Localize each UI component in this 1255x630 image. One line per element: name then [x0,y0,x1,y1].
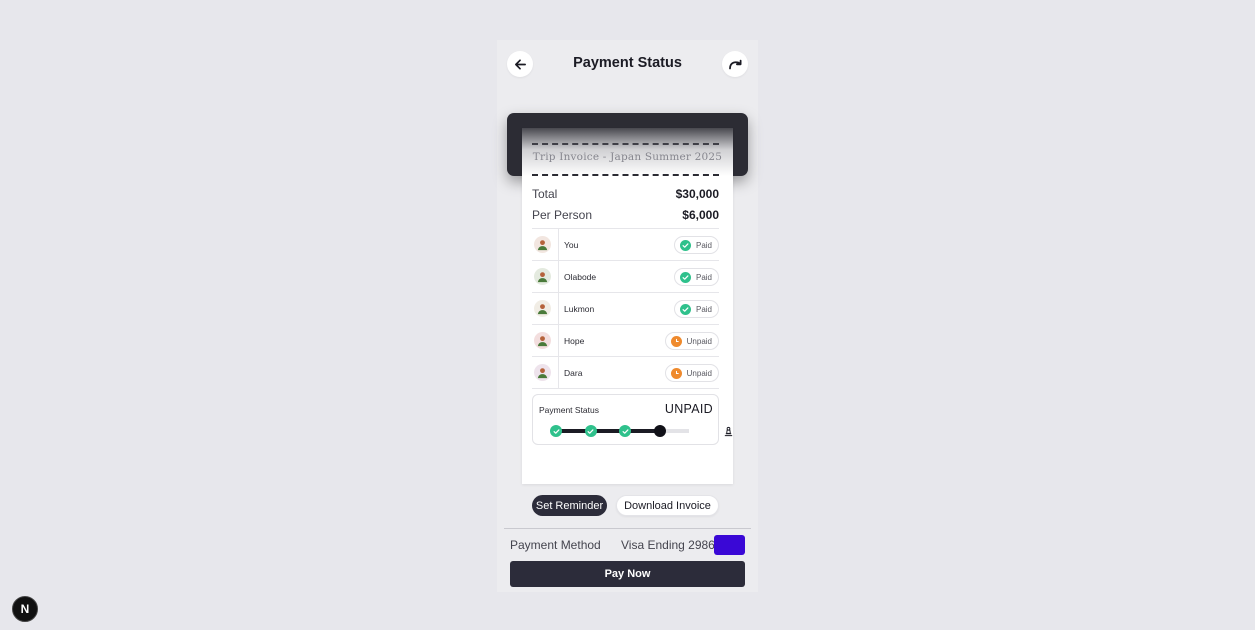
progress-segment [664,429,689,433]
member-name: Lukmon [564,303,595,314]
payment-method-label: Payment Method [510,538,601,552]
check-circle-icon [679,303,691,315]
dashed-divider [532,174,719,176]
clock-icon [670,335,682,347]
member-row: Hope Unpaid [532,325,719,357]
row-separator [558,293,559,325]
member-name: You [564,239,579,250]
member-name: Dara [564,367,583,378]
status-text: Paid [695,272,712,282]
status-badge: Paid [673,300,719,318]
avatar [534,332,551,349]
status-text: Unpaid [686,336,712,346]
member-row: Lukmon Paid [532,293,719,325]
check-circle-icon [550,425,562,437]
total-value: $30,000 [675,187,719,201]
row-separator [558,229,559,261]
check-circle-icon [584,425,597,437]
refresh-button[interactable] [722,51,748,77]
total-label: Total [532,187,558,201]
per-person-row: Per Person $6,000 [532,207,719,223]
member-name: Olabode [564,271,597,282]
payment-progress-track [550,424,733,438]
clock-icon [670,367,682,379]
bank-icon [723,425,735,437]
progress-segment [595,429,620,433]
total-row: Total $30,000 [532,186,719,202]
invoice-title: Trip Invoice - Japan Summer 2025 [532,151,723,163]
invoice-receipt: Trip Invoice - Japan Summer 2025 Total $… [522,128,733,516]
row-separator [558,261,559,293]
status-badge: Paid [673,268,719,286]
member-row: You Paid [532,229,719,261]
status-badge: Paid [673,236,719,254]
phone-screen: Payment Status Trip Invoice - Japan Summ… [497,40,758,592]
member-list: You Paid Olabode Paid Lukmon Paid Hope Unpaid Da… [532,228,719,389]
set-reminder-button[interactable]: Set Reminder [532,495,607,516]
member-name: Hope [564,335,585,346]
page-title: Payment Status [573,55,682,71]
per-person-value: $6,000 [682,208,719,222]
dashed-divider [532,143,719,145]
section-divider [504,528,751,529]
current-step-dot [653,425,666,437]
payment-status-label: Payment Status [539,405,600,415]
dev-tools-badge[interactable]: N [12,596,38,622]
check-circle-icon [679,271,691,283]
redo-icon [729,59,742,69]
check-circle-icon [679,239,691,251]
payment-method-value[interactable]: Visa Ending 2986 [621,538,715,552]
avatar [534,300,551,317]
payment-status-value: UNPAID [664,402,713,416]
status-badge: Unpaid [664,364,719,382]
status-text: Unpaid [686,368,712,378]
card-icon[interactable] [714,535,745,555]
row-separator [558,325,559,357]
status-text: Paid [695,240,712,250]
avatar [534,364,551,381]
download-invoice-button[interactable]: Download Invoice [616,495,719,516]
pay-now-button[interactable]: Pay Now [510,561,745,587]
avatar [534,268,551,285]
row-separator [558,357,559,389]
payment-status-card: Payment Status UNPAID [532,394,733,445]
per-person-label: Per Person [532,208,593,222]
member-row: Olabode Paid [532,261,719,293]
status-badge: Unpaid [664,332,719,350]
top-bar: Payment Status [497,40,758,88]
status-text: Paid [695,304,712,314]
check-circle-icon [619,425,631,437]
avatar [534,236,551,253]
member-row: Dara Unpaid [532,357,719,389]
progress-segment [561,429,586,433]
progress-segment [630,429,655,433]
